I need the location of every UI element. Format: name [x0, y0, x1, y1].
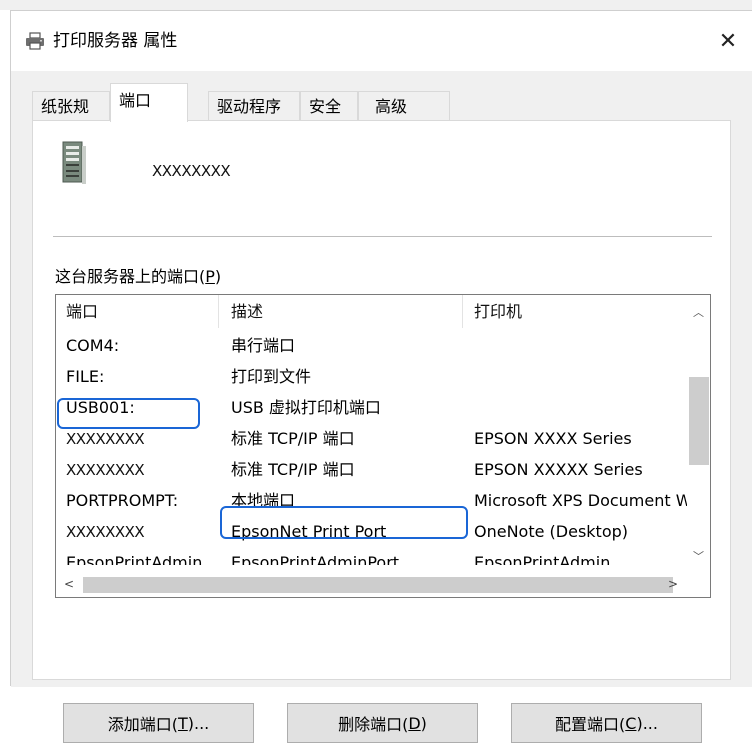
- printer-cell: EPSON XXXXX Series: [474, 460, 643, 479]
- description-cell: 标准 TCP/IP 端口: [231, 429, 355, 448]
- scroll-right-icon[interactable]: >: [663, 573, 683, 595]
- column-divider[interactable]: [462, 295, 463, 328]
- column-divider[interactable]: [218, 295, 219, 328]
- list-row[interactable]: FILE: 打印到文件: [56, 361, 688, 393]
- add-port-mnemonic: T: [177, 713, 188, 733]
- column-header-printer[interactable]: 打印机: [474, 295, 522, 328]
- configure-port-mnemonic: C: [625, 713, 637, 733]
- port-cell: COM4:: [66, 336, 120, 355]
- description-cell: 串行端口: [231, 336, 296, 355]
- ports-label-mnemonic: P: [205, 267, 215, 286]
- server-tower-icon: [62, 141, 86, 184]
- print-server-properties-dialog: 打印服务器 属性 ✕ 纸张规格 端口 驱动程序 安全 高级 XXXXXXXX: [10, 10, 752, 743]
- delete-port-label-prefix: 删除端口(: [338, 715, 409, 734]
- printer-cell: [474, 330, 688, 362]
- column-header-port[interactable]: 端口: [66, 295, 98, 328]
- usb-port-highlight: [57, 398, 200, 429]
- window-title: 打印服务器 属性: [53, 31, 178, 51]
- printer-icon: [26, 32, 44, 50]
- configure-port-button[interactable]: 配置端口(C)...: [511, 703, 702, 743]
- ports-label-prefix: 这台服务器上的端口(: [55, 267, 206, 286]
- tab-drivers[interactable]: 驱动程序: [208, 91, 300, 121]
- port-cell: PORTPROMPT:: [66, 491, 179, 510]
- delete-port-label-suffix: ): [420, 713, 427, 733]
- close-button[interactable]: ✕: [704, 11, 752, 71]
- scroll-left-icon[interactable]: <: [59, 573, 79, 595]
- list-row[interactable]: XXXXXXXX 标准 TCP/IP 端口 EPSON XXXXX Series: [56, 454, 688, 486]
- description-cell: 打印到文件: [231, 367, 312, 386]
- delete-port-button[interactable]: 删除端口(D): [287, 703, 478, 743]
- configure-port-label-prefix: 配置端口(: [555, 715, 626, 734]
- background-strip: [0, 0, 752, 10]
- configure-port-label-suffix: )...: [636, 713, 658, 733]
- port-cell: XXXXXXXX: [66, 523, 145, 541]
- port-cell: FILE:: [66, 367, 105, 386]
- scroll-up-icon[interactable]: ︿: [687, 303, 710, 323]
- epsonnet-port-highlight: [220, 506, 468, 539]
- description-cell: USB 虚拟打印机端口: [231, 398, 381, 417]
- ports-tab-panel: XXXXXXXX 这台服务器上的端口(P) 端口 描述 打印机 COM4: 串行…: [32, 120, 731, 743]
- server-name: XXXXXXXX: [152, 162, 231, 180]
- dialog-body: 纸张规格 端口 驱动程序 安全 高级 XXXXXXXX 这台服务器上的端口(P): [11, 71, 752, 743]
- vertical-scroll-thumb[interactable]: [689, 377, 709, 465]
- delete-port-mnemonic: D: [408, 713, 421, 733]
- ports-list[interactable]: 端口 描述 打印机 COM4: 串行端口 FILE: 打印到文件 USB001:: [55, 294, 711, 598]
- separator-line: [53, 236, 712, 237]
- printer-cell: [474, 361, 688, 393]
- tab-security[interactable]: 安全: [300, 91, 358, 121]
- printer-cell: OneNote (Desktop): [474, 522, 629, 541]
- horizontal-scrollbar[interactable]: < >: [56, 565, 710, 597]
- list-row[interactable]: COM4: 串行端口: [56, 330, 688, 362]
- ports-list-label: 这台服务器上的端口(P): [55, 263, 221, 287]
- title-bar: 打印服务器 属性 ✕: [11, 11, 752, 71]
- port-cell: XXXXXXXX: [66, 461, 145, 479]
- printer-cell: EPSON XXXX Series: [474, 429, 632, 448]
- horizontal-scroll-thumb[interactable]: [83, 577, 673, 593]
- ports-label-suffix: ): [214, 267, 222, 286]
- add-port-label-prefix: 添加端口(: [107, 715, 178, 734]
- printer-cell: [474, 392, 688, 424]
- tab-advanced[interactable]: 高级: [358, 91, 450, 121]
- description-cell: 标准 TCP/IP 端口: [231, 460, 355, 479]
- tab-ports[interactable]: 端口: [110, 83, 188, 122]
- vertical-scrollbar[interactable]: ︿ ﹀: [687, 295, 710, 565]
- printer-cell: Microsoft XPS Document Writer: [474, 491, 688, 510]
- add-port-label-suffix: )...: [187, 713, 210, 733]
- add-port-button[interactable]: 添加端口(T)...: [63, 703, 254, 743]
- tab-paper-sizes[interactable]: 纸张规格: [32, 91, 110, 146]
- column-header-description[interactable]: 描述: [231, 295, 263, 328]
- scroll-down-icon[interactable]: ﹀: [687, 547, 710, 567]
